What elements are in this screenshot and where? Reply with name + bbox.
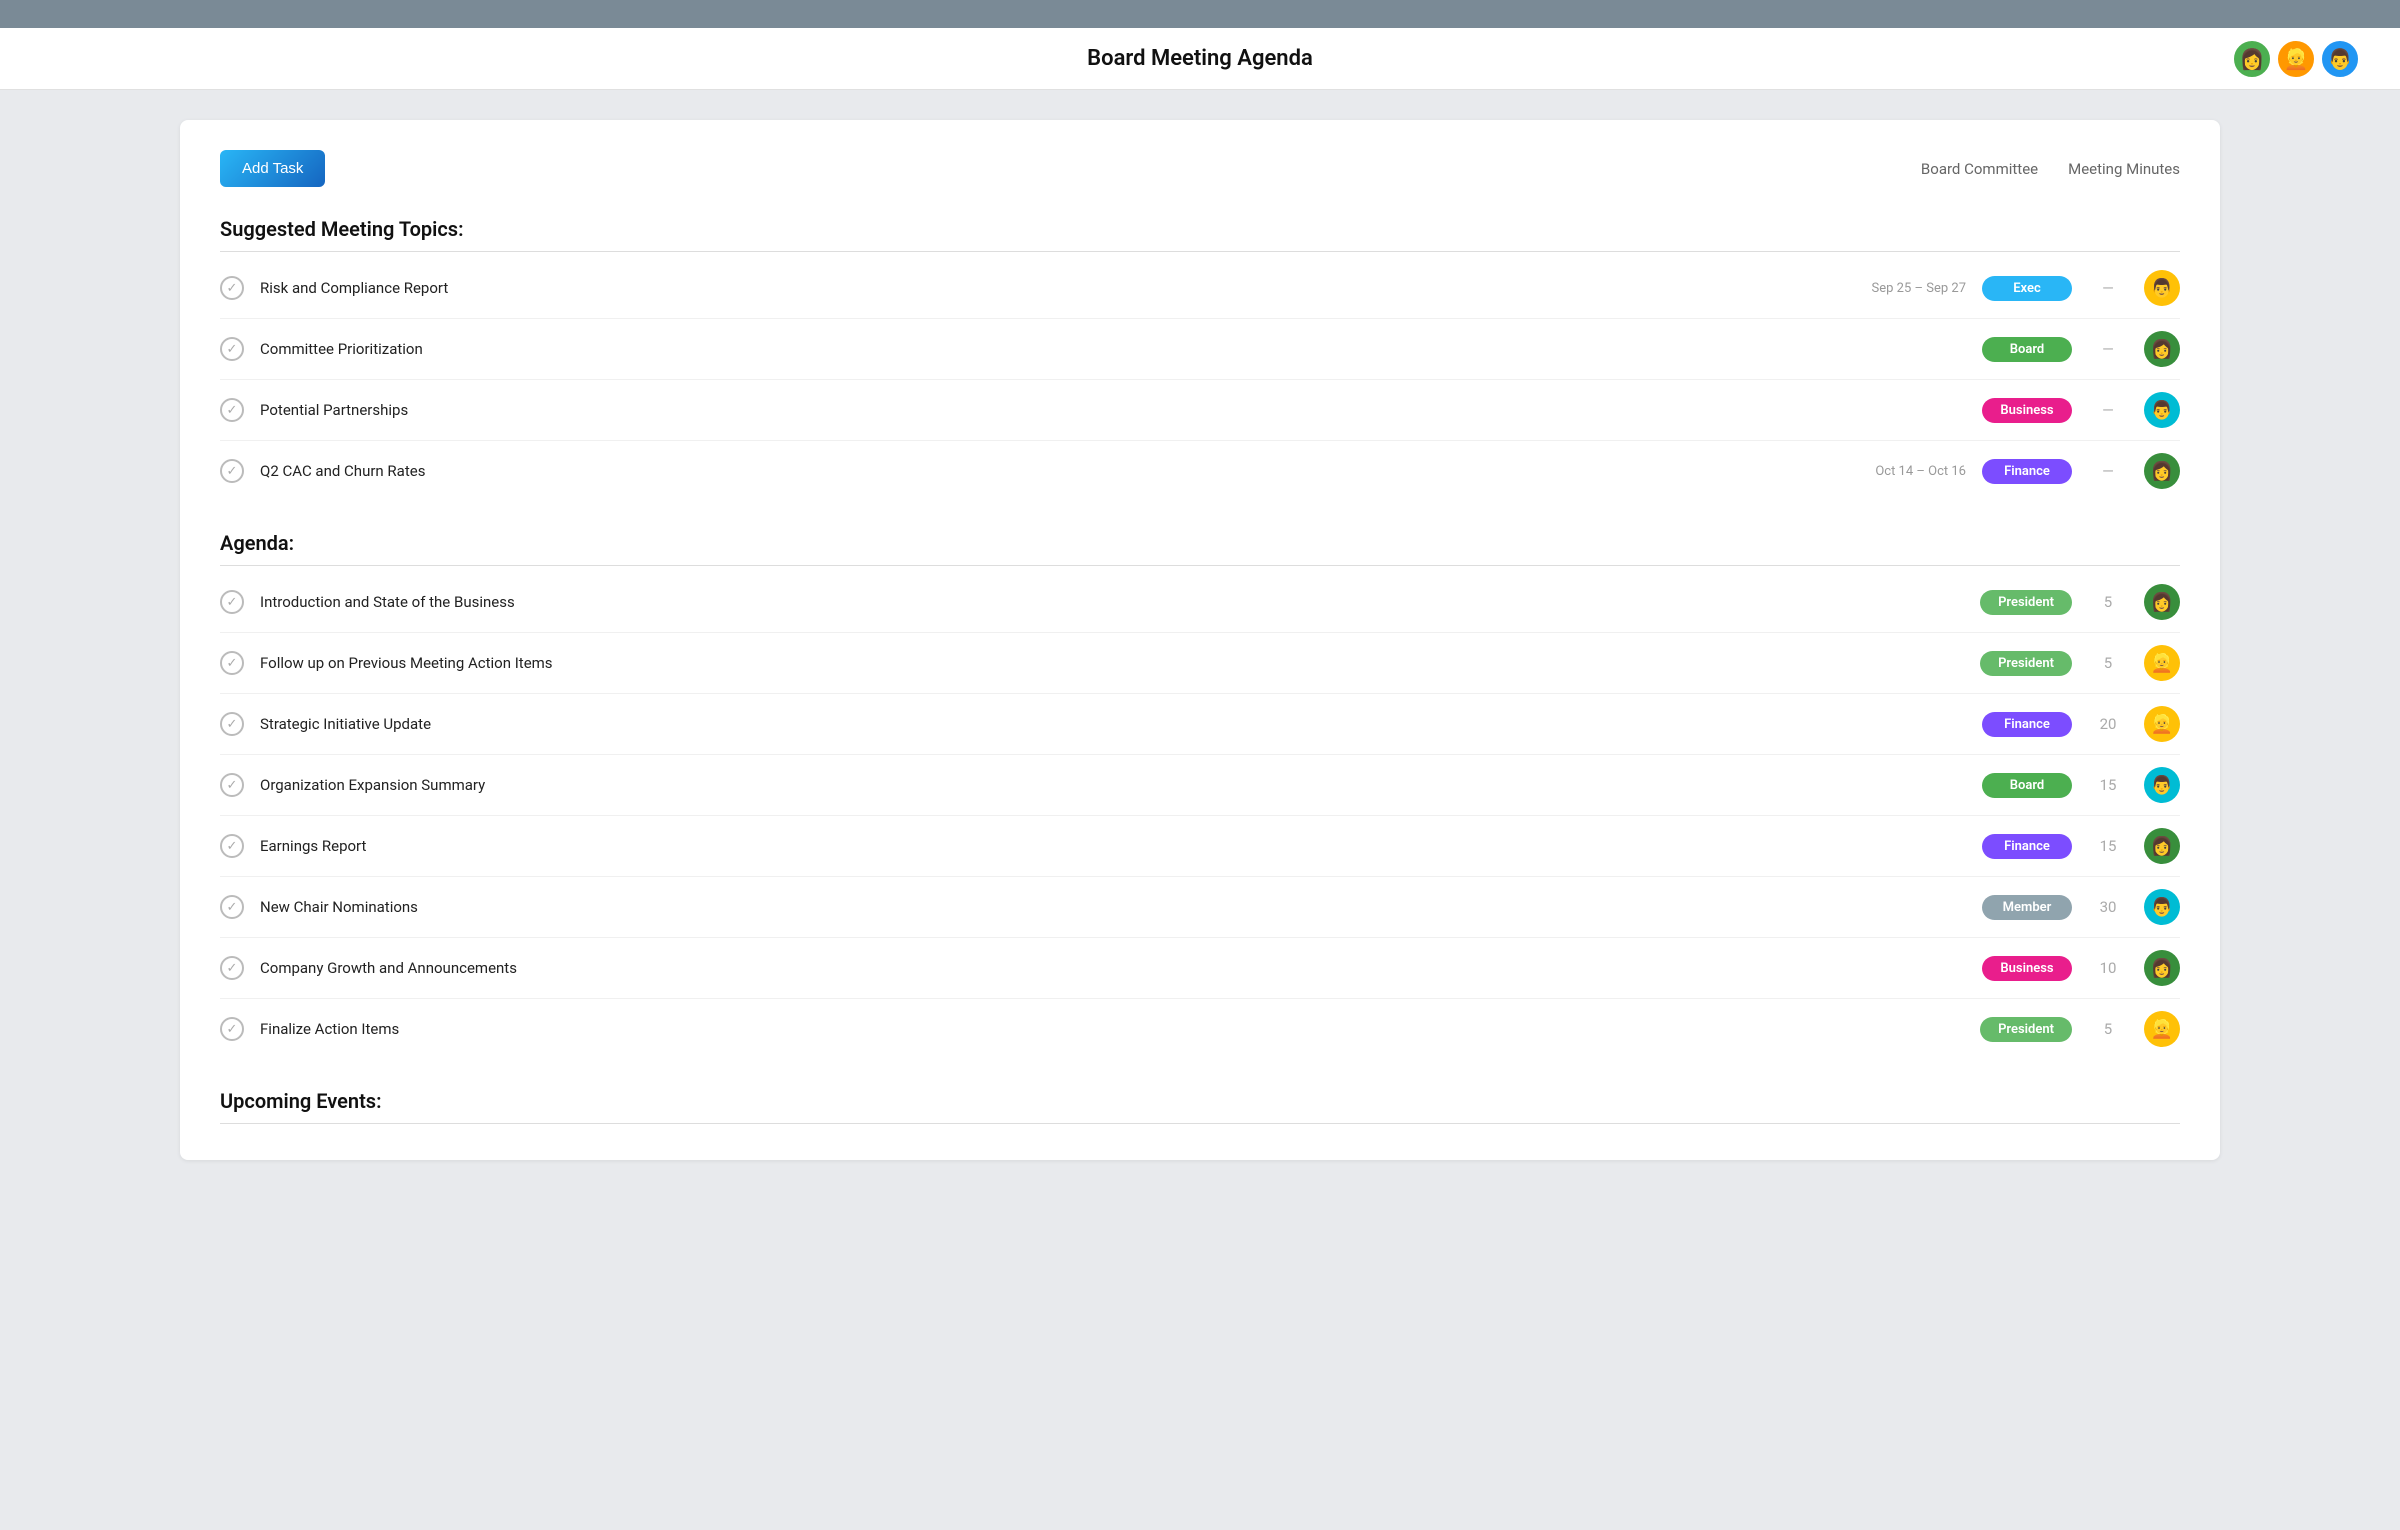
main-content: Add Task Board Committee Meeting Minutes… (0, 90, 2400, 1190)
suggested-section-title: Suggested Meeting Topics: (220, 217, 2180, 252)
item-badge: Finance (1982, 834, 2072, 859)
item-minutes: 5 (2088, 654, 2128, 672)
list-item[interactable]: ✓ Committee Prioritization Board — 👩 (220, 319, 2180, 380)
item-label: New Chair Nominations (260, 898, 1820, 916)
list-item[interactable]: ✓ Finalize Action Items President 5 👱 (220, 999, 2180, 1059)
item-badge: Finance (1982, 459, 2072, 484)
item-avatar: 👩 (2144, 828, 2180, 864)
item-minutes: 15 (2088, 776, 2128, 794)
item-avatar: 👨 (2144, 270, 2180, 306)
item-minutes: — (2088, 279, 2128, 297)
item-minutes: 5 (2088, 1020, 2128, 1038)
upcoming-section: Upcoming Events: (220, 1089, 2180, 1124)
check-icon[interactable]: ✓ (220, 276, 244, 300)
upcoming-section-title: Upcoming Events: (220, 1089, 2180, 1124)
item-avatar: 👱 (2144, 1011, 2180, 1047)
item-minutes: — (2088, 401, 2128, 419)
item-minutes: — (2088, 462, 2128, 480)
item-label: Finalize Action Items (260, 1020, 1818, 1038)
add-task-button[interactable]: Add Task (220, 150, 325, 187)
item-minutes: — (2088, 340, 2128, 358)
item-avatar: 👨 (2144, 392, 2180, 428)
item-avatar: 👩 (2144, 453, 2180, 489)
item-badge: President (1980, 590, 2072, 615)
item-badge: President (1980, 1017, 2072, 1042)
check-icon[interactable]: ✓ (220, 834, 244, 858)
header-avatars: 👩 👱 👨 (2232, 39, 2360, 79)
item-avatar: 👱 (2144, 645, 2180, 681)
item-badge: Exec (1982, 276, 2072, 301)
item-date: Oct 14 – Oct 16 (1836, 464, 1966, 479)
item-avatar: 👨 (2144, 889, 2180, 925)
item-label: Earnings Report (260, 837, 1820, 855)
check-icon[interactable]: ✓ (220, 1017, 244, 1041)
check-icon[interactable]: ✓ (220, 956, 244, 980)
avatar-2[interactable]: 👱 (2276, 39, 2316, 79)
toolbar-links: Board Committee Meeting Minutes (1921, 160, 2180, 178)
agenda-list: ✓ Introduction and State of the Business P… (220, 572, 2180, 1059)
list-item[interactable]: ✓ Earnings Report Finance 15 👩 (220, 816, 2180, 877)
item-minutes: 5 (2088, 593, 2128, 611)
top-bar (0, 0, 2400, 28)
meeting-minutes-link[interactable]: Meeting Minutes (2068, 160, 2180, 178)
item-badge: Board (1982, 337, 2072, 362)
header: Board Meeting Agenda 👩 👱 👨 (0, 28, 2400, 90)
item-label: Potential Partnerships (260, 401, 1820, 419)
list-item[interactable]: ✓ Risk and Compliance Report Sep 25 – Sep … (220, 258, 2180, 319)
card-toolbar: Add Task Board Committee Meeting Minutes (220, 150, 2180, 187)
item-label: Introduction and State of the Business (260, 593, 1818, 611)
list-item[interactable]: ✓ Strategic Initiative Update Finance 20 👱 (220, 694, 2180, 755)
item-minutes: 10 (2088, 959, 2128, 977)
item-label: Risk and Compliance Report (260, 279, 1820, 297)
item-avatar: 👩 (2144, 331, 2180, 367)
item-label: Organization Expansion Summary (260, 776, 1820, 794)
item-avatar: 👩 (2144, 950, 2180, 986)
list-item[interactable]: ✓ Introduction and State of the Business P… (220, 572, 2180, 633)
avatar-1[interactable]: 👩 (2232, 39, 2272, 79)
board-committee-link[interactable]: Board Committee (1921, 160, 2038, 178)
item-date: Sep 25 – Sep 27 (1836, 281, 1966, 296)
main-card: Add Task Board Committee Meeting Minutes… (180, 120, 2220, 1160)
item-avatar: 👩 (2144, 584, 2180, 620)
agenda-section-title: Agenda: (220, 531, 2180, 566)
list-item[interactable]: ✓ Q2 CAC and Churn Rates Oct 14 – Oct 16 Fi… (220, 441, 2180, 501)
check-icon[interactable]: ✓ (220, 459, 244, 483)
item-minutes: 30 (2088, 898, 2128, 916)
item-label: Committee Prioritization (260, 340, 1820, 358)
item-label: Company Growth and Announcements (260, 959, 1820, 977)
list-item[interactable]: ✓ Potential Partnerships Business — 👨 (220, 380, 2180, 441)
item-badge: Board (1982, 773, 2072, 798)
item-avatar: 👱 (2144, 706, 2180, 742)
list-item[interactable]: ✓ New Chair Nominations Member 30 👨 (220, 877, 2180, 938)
page-title: Board Meeting Agenda (1087, 46, 1313, 71)
item-minutes: 20 (2088, 715, 2128, 733)
check-icon[interactable]: ✓ (220, 651, 244, 675)
avatar-3[interactable]: 👨 (2320, 39, 2360, 79)
item-minutes: 15 (2088, 837, 2128, 855)
suggested-section: Suggested Meeting Topics: ✓ Risk and Comp… (220, 217, 2180, 501)
check-icon[interactable]: ✓ (220, 398, 244, 422)
item-label: Follow up on Previous Meeting Action Ite… (260, 654, 1818, 672)
suggested-list: ✓ Risk and Compliance Report Sep 25 – Sep … (220, 258, 2180, 501)
item-badge: Member (1982, 895, 2072, 920)
check-icon[interactable]: ✓ (220, 895, 244, 919)
item-badge: Business (1982, 956, 2072, 981)
item-badge: Business (1982, 398, 2072, 423)
item-label: Strategic Initiative Update (260, 715, 1820, 733)
agenda-section: Agenda: ✓ Introduction and State of the B… (220, 531, 2180, 1059)
check-icon[interactable]: ✓ (220, 337, 244, 361)
list-item[interactable]: ✓ Organization Expansion Summary Board 15 👨 (220, 755, 2180, 816)
check-icon[interactable]: ✓ (220, 712, 244, 736)
item-label: Q2 CAC and Churn Rates (260, 462, 1820, 480)
item-avatar: 👨 (2144, 767, 2180, 803)
list-item[interactable]: ✓ Follow up on Previous Meeting Action It… (220, 633, 2180, 694)
check-icon[interactable]: ✓ (220, 590, 244, 614)
list-item[interactable]: ✓ Company Growth and Announcements Busines… (220, 938, 2180, 999)
check-icon[interactable]: ✓ (220, 773, 244, 797)
item-badge: Finance (1982, 712, 2072, 737)
item-badge: President (1980, 651, 2072, 676)
